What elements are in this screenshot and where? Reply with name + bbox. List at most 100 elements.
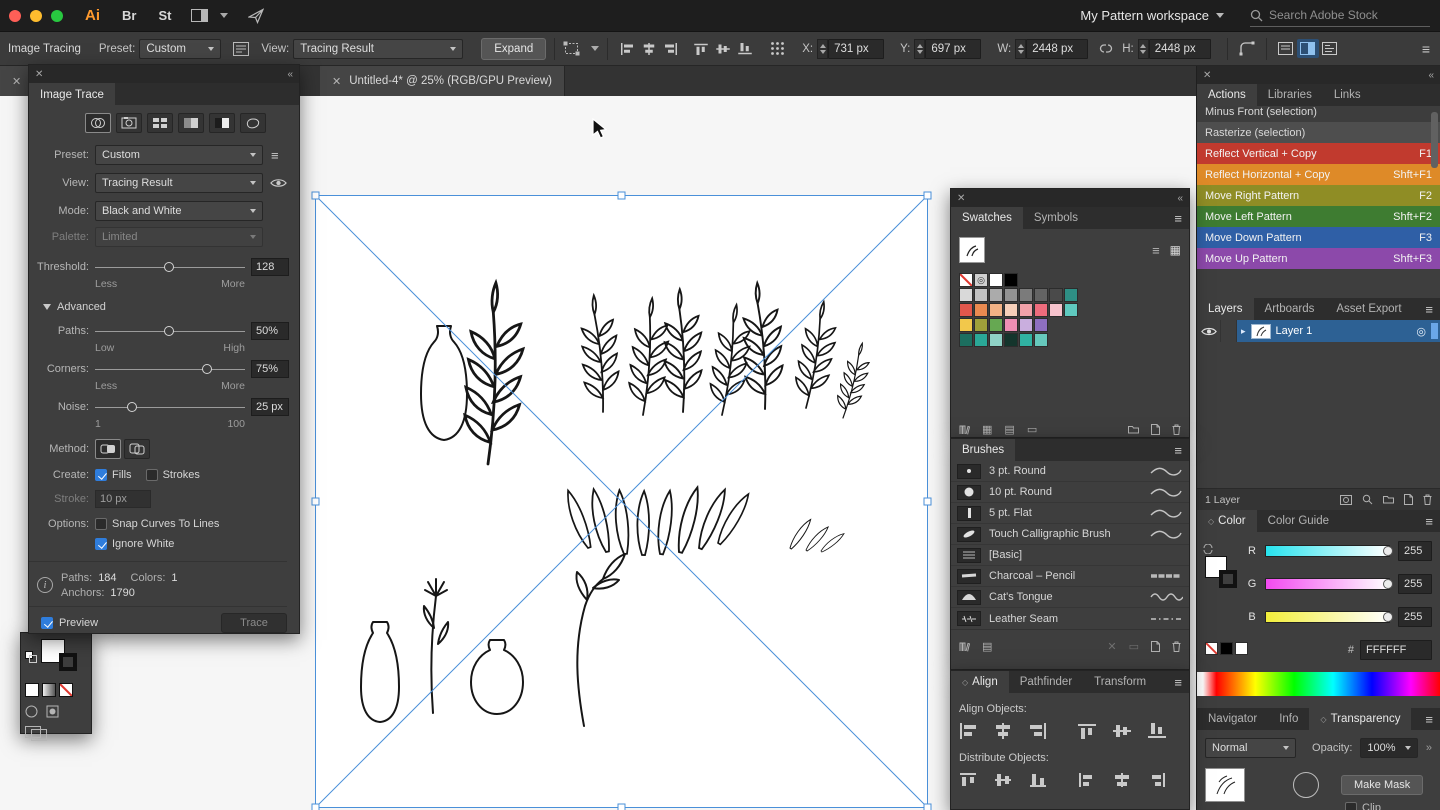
y-input[interactable]: 697 px — [925, 39, 981, 59]
workspace-switcher[interactable]: My Pattern workspace — [1080, 8, 1209, 23]
new-sublayer-icon[interactable] — [1383, 495, 1394, 504]
swatch[interactable] — [1004, 288, 1018, 302]
transform-widget-icon[interactable] — [563, 41, 599, 56]
distribute-left-icon[interactable] — [1076, 770, 1098, 789]
tab-navigator[interactable]: Navigator — [1197, 708, 1268, 730]
red-value[interactable]: 255 — [1398, 541, 1432, 561]
swap-fill-stroke-icon[interactable] — [1203, 544, 1213, 554]
swatch[interactable] — [959, 288, 973, 302]
control-bar-menu-icon[interactable]: ≡ — [1422, 41, 1430, 57]
preset-dropdown[interactable]: Custom — [139, 39, 221, 59]
stroke-swatch[interactable] — [59, 653, 77, 671]
close-icon[interactable]: ✕ — [332, 75, 341, 88]
x-stepper[interactable] — [817, 39, 828, 59]
grid-view-icon[interactable]: ▦ — [1170, 243, 1181, 257]
blackwhite-preset-icon[interactable] — [209, 113, 235, 133]
swatch[interactable] — [1034, 303, 1048, 317]
tab-transform[interactable]: Transform — [1083, 671, 1157, 693]
close-icon[interactable]: ✕ — [1203, 70, 1211, 81]
brush-row[interactable]: 3 pt. Round — [951, 461, 1189, 482]
paths-value[interactable]: 50% — [251, 322, 289, 340]
expand-button[interactable]: Expand — [481, 38, 546, 60]
new-layer-icon[interactable] — [1404, 494, 1413, 505]
selected-layer[interactable]: ▸ Layer 1 ◎ — [1237, 320, 1440, 342]
distribute-vertical-center-icon[interactable] — [992, 770, 1014, 789]
swatch[interactable] — [974, 288, 988, 302]
swatch[interactable] — [1004, 303, 1018, 317]
align-to-selection-icon[interactable] — [766, 39, 788, 58]
brush-row[interactable]: Cat's Tongue — [951, 587, 1189, 608]
layer-row[interactable]: ▸ Layer 1 ◎ — [1197, 320, 1440, 342]
method-abutting-button[interactable] — [95, 439, 121, 459]
highcolor-preset-icon[interactable] — [116, 113, 142, 133]
blend-mode-dropdown[interactable]: Normal — [1205, 738, 1296, 758]
align-right-icon[interactable] — [1027, 721, 1049, 740]
swatch[interactable] — [989, 288, 1003, 302]
distribute-horizontal-center-icon[interactable] — [1111, 770, 1133, 789]
outline-preset-icon[interactable] — [240, 113, 266, 133]
minimize-window-button[interactable] — [30, 10, 42, 22]
action-item[interactable]: Move Down PatternF3 — [1197, 227, 1440, 248]
close-window-button[interactable] — [9, 10, 21, 22]
zoom-window-button[interactable] — [51, 10, 63, 22]
corners-value[interactable]: 75% — [251, 360, 289, 378]
none-swatch[interactable] — [1205, 642, 1218, 655]
gradient-button[interactable] — [42, 683, 56, 697]
document-setup-icon[interactable] — [1275, 39, 1297, 58]
close-icon[interactable]: ✕ — [35, 69, 43, 80]
close-icon[interactable]: ✕ — [12, 75, 21, 88]
target-icon[interactable]: ◎ — [1416, 325, 1426, 338]
h-stepper[interactable] — [1138, 39, 1149, 59]
align-top-icon[interactable] — [690, 39, 712, 58]
corner-widget-icon[interactable] — [1236, 39, 1258, 58]
swatch[interactable] — [1034, 333, 1048, 347]
method-overlapping-button[interactable] — [124, 439, 150, 459]
action-item[interactable]: Move Left PatternShft+F2 — [1197, 206, 1440, 227]
tab-swatches[interactable]: Swatches — [951, 207, 1023, 229]
new-swatch-icon[interactable] — [1151, 424, 1160, 435]
swatch[interactable] — [1019, 288, 1033, 302]
noise-slider[interactable] — [95, 400, 245, 414]
lock-toggle[interactable] — [1221, 320, 1237, 342]
distribute-bottom-icon[interactable] — [1027, 770, 1049, 789]
swatch-registration[interactable]: ◎ — [974, 273, 988, 287]
swatch[interactable] — [1034, 288, 1048, 302]
preferences-icon[interactable] — [1319, 39, 1341, 58]
swatch[interactable] — [1019, 318, 1033, 332]
action-item[interactable]: Reflect Vertical + CopyF1 — [1197, 143, 1440, 164]
swatch-kinds-icon[interactable]: ▤ — [1004, 423, 1014, 436]
trace-mode-dropdown[interactable]: Black and White — [95, 201, 263, 221]
artboard[interactable] — [315, 195, 928, 808]
new-brush-icon[interactable] — [1151, 641, 1160, 652]
noise-value[interactable]: 25 px — [251, 398, 289, 416]
x-input[interactable]: 731 px — [828, 39, 884, 59]
trace-preset-dropdown[interactable]: Custom — [95, 145, 263, 165]
tab-pathfinder[interactable]: Pathfinder — [1009, 671, 1083, 693]
swatch[interactable] — [974, 333, 988, 347]
y-stepper[interactable] — [914, 39, 925, 59]
panel-menu-icon[interactable]: ≡ — [1418, 708, 1440, 730]
tab-asset-export[interactable]: Asset Export — [1325, 298, 1412, 320]
swatch[interactable] — [1064, 303, 1078, 317]
swatch[interactable] — [1064, 288, 1078, 302]
panel-menu-icon[interactable]: ≡ — [1167, 207, 1189, 229]
current-pattern-swatch[interactable] — [959, 237, 985, 263]
color-button[interactable] — [25, 683, 39, 697]
visibility-toggle[interactable] — [1197, 320, 1221, 342]
action-item[interactable]: Rasterize (selection) — [1197, 122, 1440, 143]
threshold-slider[interactable] — [95, 260, 245, 274]
expand-layer-icon[interactable]: ▸ — [1241, 326, 1246, 337]
trace-button[interactable]: Trace — [221, 613, 287, 633]
brush-row[interactable]: [Basic] — [951, 545, 1189, 566]
screen-mode-icon[interactable] — [46, 705, 59, 718]
strokes-checkbox[interactable] — [146, 469, 158, 481]
color-spectrum[interactable] — [1197, 672, 1440, 696]
tab-info[interactable]: Info — [1268, 708, 1309, 730]
black-swatch[interactable] — [1220, 642, 1233, 655]
align-right-icon[interactable] — [660, 39, 682, 58]
autocolor-preset-icon[interactable] — [85, 113, 111, 133]
align-middle-vertical-icon[interactable] — [1111, 721, 1133, 740]
paths-slider[interactable] — [95, 324, 245, 338]
make-clipping-mask-icon[interactable] — [1340, 495, 1352, 505]
stroke-swatch[interactable] — [1219, 570, 1237, 588]
